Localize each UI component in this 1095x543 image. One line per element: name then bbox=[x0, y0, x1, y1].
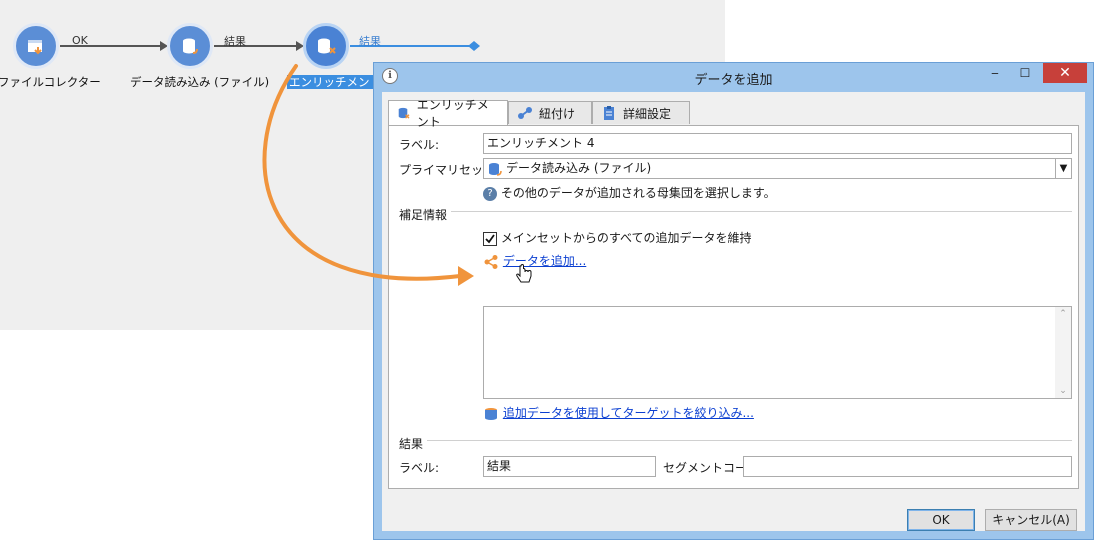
filter-row: 追加データを使用してターゲットを絞り込み... bbox=[483, 404, 754, 422]
additional-data-list[interactable]: ⌃ ⌄ bbox=[483, 306, 1072, 399]
tab-enrichment-label: エンリッチメント bbox=[416, 98, 489, 129]
keep-data-label: メインセットからのすべての追加データを維持 bbox=[500, 231, 752, 245]
edge-3-end[interactable] bbox=[468, 41, 480, 51]
result-heading: 結果 bbox=[399, 437, 428, 451]
dialog-client: エンリッチメント 紐付け 詳細設定 ラベル: エンリッチメント 4 プライマリセ… bbox=[382, 92, 1085, 531]
result-section: 結果 bbox=[399, 435, 1072, 451]
result-divider bbox=[399, 440, 1072, 441]
keep-data-checkbox[interactable] bbox=[483, 231, 497, 246]
scroll-down-icon[interactable]: ⌄ bbox=[1055, 386, 1071, 396]
enrichment-node[interactable] bbox=[303, 23, 349, 69]
database-load-small-icon bbox=[489, 163, 502, 176]
section-divider bbox=[399, 211, 1072, 212]
enrichment-icon bbox=[318, 38, 336, 54]
scroll-up-icon[interactable]: ⌃ bbox=[1055, 309, 1071, 319]
share-icon bbox=[484, 254, 498, 269]
result-label-input[interactable]: 結果 bbox=[483, 456, 656, 477]
result-label-caption: ラベル: bbox=[399, 461, 440, 475]
supplementary-heading: 補足情報 bbox=[399, 208, 452, 222]
tab-reconciliation[interactable]: 紐付け bbox=[508, 101, 592, 124]
database-load-icon bbox=[183, 38, 198, 54]
ok-button[interactable]: OK bbox=[907, 509, 975, 531]
clipboard-icon bbox=[604, 106, 614, 120]
primary-help-text: その他のデータが追加される母集団を選択します。 bbox=[500, 186, 776, 200]
primary-set-select[interactable]: データ読み込み (ファイル) ▼ bbox=[483, 158, 1072, 179]
enrichment-panel: ラベル: エンリッチメント 4 プライマリセット: データ読み込み (ファイル)… bbox=[388, 125, 1079, 489]
list-scrollbar[interactable]: ⌃ ⌄ bbox=[1055, 307, 1071, 398]
data-load-node[interactable] bbox=[167, 23, 213, 69]
maximize-button[interactable]: ☐ bbox=[1011, 63, 1039, 83]
node-label-data-load: データ読み込み (ファイル) bbox=[130, 75, 270, 89]
primary-help: ? その他のデータが追加される母集団を選択します。 bbox=[483, 184, 776, 201]
filter-link[interactable]: 追加データを使用してターゲットを絞り込み... bbox=[503, 406, 754, 420]
tab-enrichment[interactable]: エンリッチメント bbox=[388, 98, 508, 129]
label-input[interactable]: エンリッチメント 4 bbox=[483, 133, 1072, 154]
hand-cursor-icon bbox=[516, 264, 532, 283]
node-label-file-collector: ファイルコレクター bbox=[0, 75, 101, 89]
checkmark-icon bbox=[485, 233, 495, 243]
minimize-button[interactable]: ‒ bbox=[981, 63, 1009, 83]
keep-data-row[interactable]: メインセットからのすべての追加データを維持 bbox=[483, 229, 752, 246]
file-collector-icon bbox=[28, 40, 42, 55]
file-collector-node[interactable] bbox=[13, 23, 59, 69]
tab-advanced-label: 詳細設定 bbox=[623, 106, 672, 121]
edge-label-result-1: 結果 bbox=[224, 35, 246, 48]
edge-label-ok: OK bbox=[72, 34, 88, 47]
link-icon bbox=[518, 107, 532, 119]
help-icon: ? bbox=[483, 186, 497, 201]
close-button[interactable]: ✕ bbox=[1043, 63, 1087, 83]
supplementary-section: 補足情報 bbox=[399, 206, 1072, 222]
tab-reconciliation-label: 紐付け bbox=[539, 106, 576, 121]
dialog-titlebar[interactable]: ℹ データを追加 ‒ ☐ ✕ bbox=[374, 63, 1093, 91]
label-caption: ラベル: bbox=[399, 138, 440, 152]
database-filter-icon bbox=[485, 407, 497, 420]
segment-code-input[interactable] bbox=[743, 456, 1072, 477]
cancel-button[interactable]: キャンセル(A) bbox=[985, 509, 1077, 531]
add-data-row: データを追加... bbox=[483, 252, 586, 270]
chevron-down-icon[interactable]: ▼ bbox=[1055, 159, 1071, 178]
edge-label-result-2: 結果 bbox=[359, 35, 381, 48]
enrichment-tab-icon bbox=[398, 107, 410, 119]
primary-set-value: データ読み込み (ファイル) bbox=[506, 161, 652, 175]
tab-advanced[interactable]: 詳細設定 bbox=[592, 101, 690, 124]
add-data-dialog: ℹ データを追加 ‒ ☐ ✕ エンリッチメント 紐付け 詳細設定 ラベル: エン… bbox=[373, 62, 1094, 540]
